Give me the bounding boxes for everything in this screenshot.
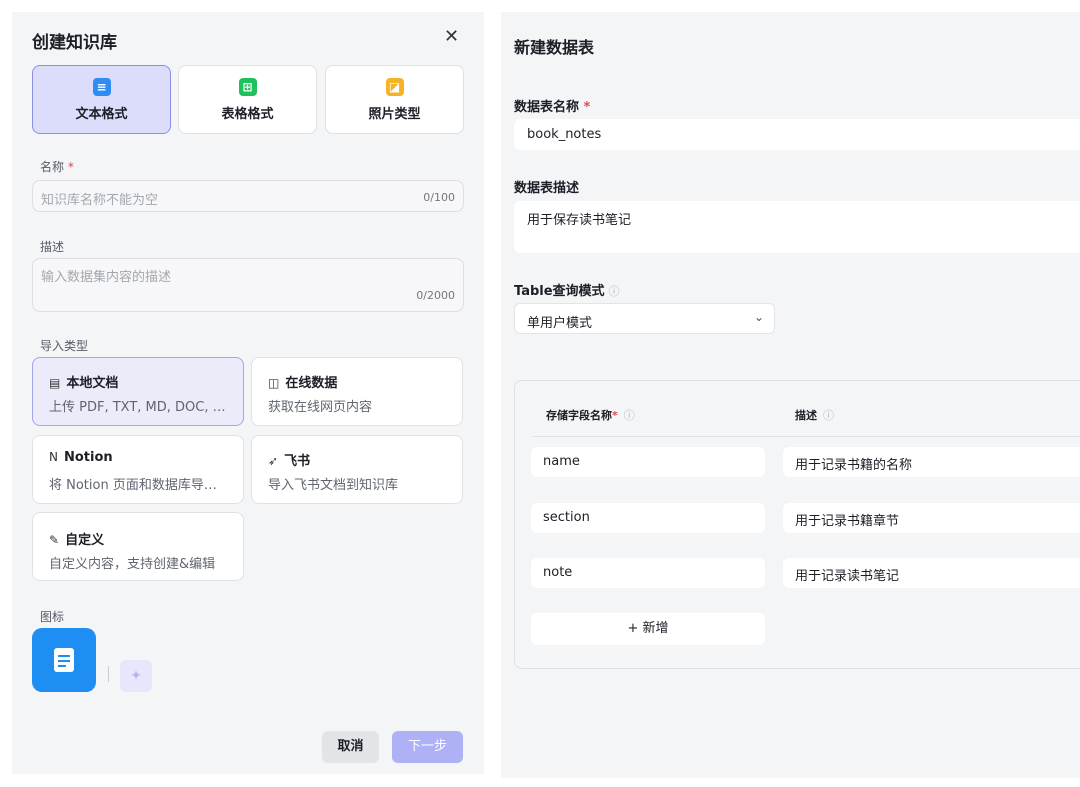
required-mark: * — [612, 409, 618, 422]
custom-edit-icon: ✎ — [49, 533, 60, 547]
chevron-down-icon: ⌄ — [753, 310, 764, 324]
query-mode-label: Table查询模式 ⓘ — [514, 280, 620, 299]
import-title: 在线数据 — [285, 376, 338, 391]
col-field-name-header: 存储字段名称* ⓘ — [546, 407, 635, 423]
format-text-option[interactable]: ≡ 文本格式 — [32, 65, 171, 134]
field-desc-input[interactable]: 用于记录书籍章节 — [783, 503, 1080, 533]
text-doc-icon: ≡ — [92, 78, 111, 96]
query-mode-label-text: Table查询模式 — [514, 284, 605, 299]
import-type-label: 导入类型 — [40, 339, 89, 353]
name-placeholder: 知识库名称不能为空 — [41, 193, 159, 208]
field-desc-value: 用于记录读书笔记 — [795, 569, 900, 584]
table-name-value: book_notes — [527, 127, 602, 142]
table-desc-label: 数据表描述 — [514, 181, 580, 196]
field-desc-input[interactable]: 用于记录书籍的名称 — [783, 447, 1080, 477]
import-notion[interactable]: N Notion 将 Notion 页面和数据库导… — [32, 435, 244, 504]
icon-label: 图标 — [40, 610, 65, 624]
format-label: 照片类型 — [368, 107, 421, 122]
new-data-table-panel: 新建数据表 数据表名称 * book_notes 数据表描述 用于保存读书笔记 … — [501, 12, 1080, 778]
col-desc-text: 描述 — [795, 409, 817, 422]
table-name-label-text: 数据表名称 — [514, 100, 580, 115]
info-icon[interactable]: ⓘ — [624, 409, 635, 422]
info-icon[interactable]: ⓘ — [609, 285, 620, 298]
create-knowledge-base-dialog: 创建知识库 ✕ ≡ 文本格式 ⊞ 表格格式 ◪ 照片类型 名称 * 知识库名称不… — [12, 12, 484, 774]
field-desc-input[interactable]: 用于记录读书笔记 — [783, 558, 1080, 588]
format-label: 表格格式 — [221, 107, 274, 122]
field-name-input[interactable]: section — [531, 503, 765, 533]
import-desc: 将 Notion 页面和数据库导… — [49, 478, 217, 493]
feishu-icon: ➶ — [268, 454, 279, 468]
required-mark: * — [583, 100, 591, 115]
name-label: 名称 * — [40, 158, 74, 175]
import-custom[interactable]: ✎ 自定义 自定义内容，支持创建&编辑 — [32, 512, 244, 581]
format-photo-option[interactable]: ◪ 照片类型 — [325, 65, 464, 134]
table-name-input[interactable]: book_notes — [514, 119, 1080, 150]
desc-char-count: 0/2000 — [416, 289, 455, 302]
table-grid-icon: ⊞ — [238, 78, 257, 96]
close-icon[interactable]: ✕ — [444, 26, 459, 47]
knowledge-base-doc-icon[interactable] — [32, 628, 96, 692]
field-desc-value: 用于记录书籍章节 — [795, 514, 900, 529]
table-desc-textarea[interactable]: 用于保存读书笔记 — [514, 201, 1080, 253]
web-data-icon: ◫ — [268, 376, 280, 390]
name-char-count: 0/100 — [423, 191, 455, 204]
import-title: Notion — [63, 450, 113, 465]
divider — [108, 666, 109, 682]
import-desc: 获取在线网页内容 — [268, 400, 373, 415]
dialog-title: 创建知识库 — [32, 33, 117, 53]
desc-label: 描述 — [40, 240, 65, 254]
field-name-value: note — [543, 565, 573, 580]
add-field-button[interactable]: + 新增 — [531, 613, 765, 645]
required-mark: * — [67, 160, 74, 174]
name-input[interactable]: 知识库名称不能为空 0/100 — [32, 180, 464, 212]
field-name-input[interactable]: note — [531, 558, 765, 588]
field-name-input[interactable]: name — [531, 447, 765, 477]
field-desc-value: 用于记录书籍的名称 — [795, 458, 913, 473]
query-mode-select[interactable]: 单用户模式 ⌄ — [514, 303, 775, 334]
import-desc: 导入飞书文档到知识库 — [268, 478, 399, 493]
import-desc: 自定义内容，支持创建&编辑 — [49, 557, 216, 572]
notion-icon: N — [49, 450, 58, 464]
next-step-button[interactable]: 下一步 — [392, 731, 463, 763]
import-desc: 上传 PDF, TXT, MD, DOC, … — [49, 400, 226, 415]
header-divider — [533, 436, 1080, 437]
info-icon[interactable]: ⓘ — [823, 409, 834, 422]
col-desc-header: 描述 ⓘ — [795, 407, 834, 423]
format-table-option[interactable]: ⊞ 表格格式 — [178, 65, 317, 134]
query-mode-value: 单用户模式 — [527, 316, 593, 331]
cancel-button[interactable]: 取消 — [322, 731, 379, 763]
table-name-label: 数据表名称 * — [514, 96, 590, 115]
description-textarea[interactable]: 输入数据集内容的描述 0/2000 — [32, 258, 464, 312]
name-label-text: 名称 — [40, 160, 65, 174]
import-title: 自定义 — [65, 533, 105, 548]
format-label: 文本格式 — [75, 107, 128, 122]
field-name-value: section — [543, 510, 590, 525]
import-title: 飞书 — [284, 454, 311, 469]
import-title: 本地文档 — [66, 376, 119, 391]
ai-generate-icon[interactable]: ✦ — [120, 660, 152, 692]
local-doc-icon: ▤ — [49, 376, 61, 390]
col-field-name-text: 存储字段名称 — [546, 409, 612, 422]
import-feishu[interactable]: ➶ 飞书 导入飞书文档到知识库 — [251, 435, 463, 504]
panel-title: 新建数据表 — [514, 38, 595, 57]
photo-icon: ◪ — [385, 78, 404, 96]
table-desc-value: 用于保存读书笔记 — [527, 213, 632, 228]
import-online-data[interactable]: ◫ 在线数据 获取在线网页内容 — [251, 357, 463, 426]
import-local-doc[interactable]: ▤ 本地文档 上传 PDF, TXT, MD, DOC, … — [32, 357, 244, 426]
desc-placeholder: 输入数据集内容的描述 — [41, 270, 172, 285]
fields-table: 存储字段名称* ⓘ 描述 ⓘ name 用于记录书籍的名称 section 用于记录… — [514, 380, 1080, 669]
field-name-value: name — [543, 454, 580, 469]
